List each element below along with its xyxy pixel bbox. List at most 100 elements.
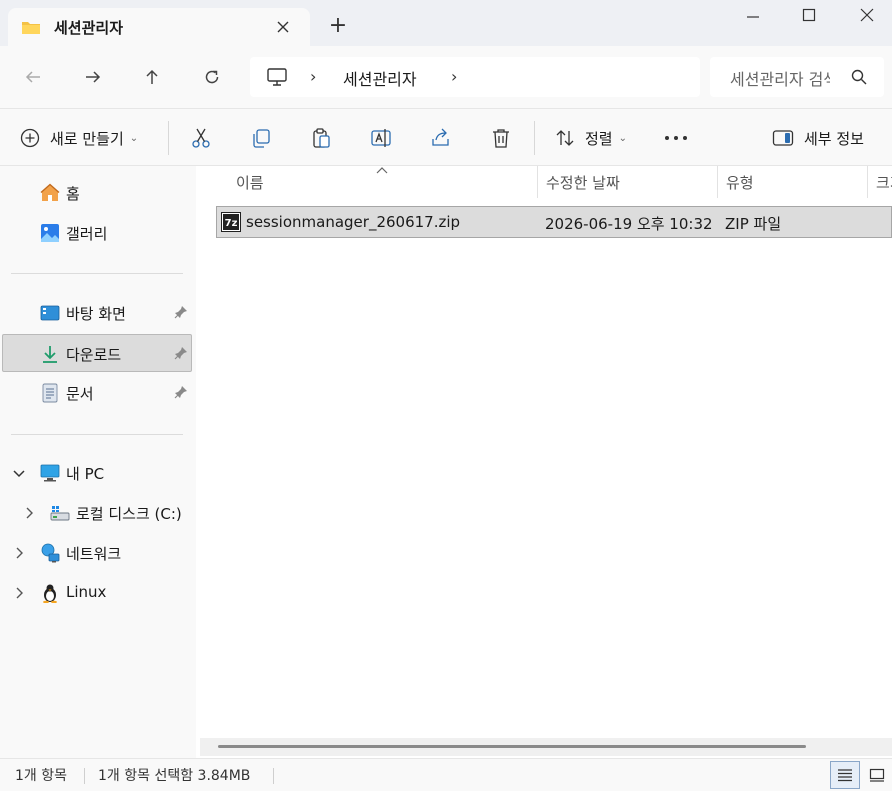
copy-button[interactable] [250, 121, 272, 155]
back-button[interactable] [18, 62, 48, 92]
chevron-down-icon: ⌄ [129, 132, 139, 144]
sort-icon [556, 130, 574, 146]
copy-icon [253, 129, 270, 148]
network-icon [41, 543, 60, 563]
refresh-button[interactable] [197, 62, 227, 92]
new-item-label: 새로 만들기 [50, 129, 124, 148]
sidebar-item-label: 갤러리 [66, 225, 108, 243]
sidebar-item-local-disk[interactable]: 로컬 디스크 (C:) [2, 494, 192, 532]
toolbar-divider [534, 121, 535, 155]
pin-icon[interactable] [174, 305, 188, 319]
search-icon [851, 69, 867, 85]
computer-icon [267, 68, 287, 86]
sidebar-item-this-pc[interactable]: 내 PC [2, 454, 192, 492]
column-header-modified[interactable]: 수정한 날짜 [538, 166, 718, 198]
sidebar-item-linux[interactable]: Linux [2, 574, 192, 612]
cut-button[interactable] [190, 121, 212, 155]
more-icon [665, 136, 687, 140]
scrollbar-thumb[interactable] [218, 745, 806, 748]
sidebar-item-desktop[interactable]: 바탕 화면 [2, 294, 192, 332]
folder-icon [22, 22, 40, 34]
file-list: 이름 수정한 날짜 유형 크기 7z sessionmanager_260617… [196, 166, 892, 758]
sidebar-item-label: Linux [66, 583, 107, 601]
desktop-icon [40, 305, 60, 321]
rename-icon [371, 129, 391, 147]
sidebar-item-label: 네트워크 [66, 545, 122, 563]
status-divider [273, 768, 274, 784]
sidebar-item-home[interactable]: 홈 [2, 174, 192, 212]
sidebar-item-downloads[interactable]: 다운로드 [2, 334, 192, 372]
close-icon [860, 8, 874, 22]
command-bar: 새로 만들기 ⌄ 정렬 ⌄ 세부 정보 [0, 108, 892, 166]
file-type: ZIP 파일 [725, 215, 782, 233]
tab-current[interactable]: 세션관리자 [8, 8, 310, 46]
horizontal-scrollbar[interactable] [200, 738, 892, 756]
chevron-right-icon[interactable]: › [310, 67, 316, 86]
sidebar-item-network[interactable]: 네트워크 [2, 534, 192, 572]
column-header-label: 수정한 날짜 [546, 174, 620, 192]
column-header-size[interactable]: 크기 [868, 166, 892, 198]
close-window-button[interactable] [852, 4, 882, 26]
column-header-name[interactable]: 이름 [216, 166, 538, 198]
maximize-button[interactable] [794, 4, 824, 26]
chevron-right-icon[interactable] [12, 586, 26, 600]
paste-button[interactable] [310, 121, 332, 155]
new-tab-button[interactable]: + [326, 14, 350, 38]
download-icon [43, 346, 57, 363]
pin-icon[interactable] [174, 385, 188, 399]
new-item-button[interactable]: 새로 만들기 ⌄ [20, 121, 138, 155]
tiles-view-button[interactable] [862, 761, 892, 789]
minimize-icon [747, 16, 759, 18]
breadcrumb-item[interactable]: 세션관리자 [343, 66, 417, 90]
minimize-button[interactable] [738, 4, 768, 26]
pc-icon [40, 464, 60, 482]
search-placeholder: 세션관리자 검색 [730, 70, 830, 89]
svg-text:7z: 7z [225, 218, 238, 229]
scissors-icon [192, 128, 210, 148]
more-options-button[interactable] [664, 121, 688, 155]
column-header-type[interactable]: 유형 [718, 166, 868, 198]
sidebar-item-label: 홈 [66, 185, 80, 203]
sidebar-divider [11, 434, 183, 435]
toolbar-divider [168, 121, 169, 155]
sidebar-divider [11, 273, 183, 274]
title-bar: 세션관리자 + [0, 0, 892, 46]
rename-button[interactable] [370, 121, 392, 155]
clipboard-icon [313, 128, 330, 148]
address-bar[interactable]: › 세션관리자 › [250, 57, 700, 97]
tiles-view-icon [869, 768, 885, 782]
sidebar-item-gallery[interactable]: 갤러리 [2, 214, 192, 252]
forward-button[interactable] [78, 62, 108, 92]
share-button[interactable] [430, 121, 452, 155]
selection-info: 1개 항목 선택함 3.84MB [98, 768, 251, 784]
status-divider [84, 768, 85, 784]
details-view-button[interactable] [830, 761, 860, 789]
drive-icon [50, 506, 70, 521]
up-button[interactable] [137, 62, 167, 92]
sidebar-item-label: 바탕 화면 [66, 305, 126, 323]
column-header-label: 크기 [876, 174, 892, 192]
pin-icon[interactable] [174, 346, 188, 360]
details-pane-icon [772, 130, 794, 146]
delete-button[interactable] [490, 121, 512, 155]
gallery-icon [41, 224, 59, 242]
chevron-right-icon[interactable] [22, 506, 36, 520]
details-pane-button[interactable]: 세부 정보 [772, 121, 864, 155]
navigation-pane: 홈 갤러리 바탕 화면 다운로드 문서 내 PC 로컬 디스크 (C:) 네트워… [0, 166, 196, 758]
chevron-right-icon[interactable] [12, 546, 26, 560]
trash-icon [493, 129, 509, 148]
sidebar-item-label: 문서 [66, 385, 94, 403]
share-icon [432, 128, 449, 146]
sort-button[interactable]: 정렬 ⌄ [555, 121, 627, 155]
navigation-bar: › 세션관리자 › 세션관리자 검색 [0, 46, 892, 108]
search-input[interactable]: 세션관리자 검색 [710, 57, 884, 97]
chevron-down-icon[interactable] [12, 466, 26, 480]
table-row[interactable]: 7z sessionmanager_260617.zip 2026-06-19 … [216, 206, 892, 238]
refresh-icon [205, 70, 219, 84]
chevron-right-icon[interactable]: › [451, 67, 457, 86]
sidebar-item-label: 다운로드 [66, 346, 122, 364]
close-tab-button[interactable] [272, 16, 294, 38]
sidebar-item-documents[interactable]: 문서 [2, 374, 192, 412]
maximize-icon [802, 8, 816, 22]
item-count: 1개 항목 [15, 768, 67, 784]
